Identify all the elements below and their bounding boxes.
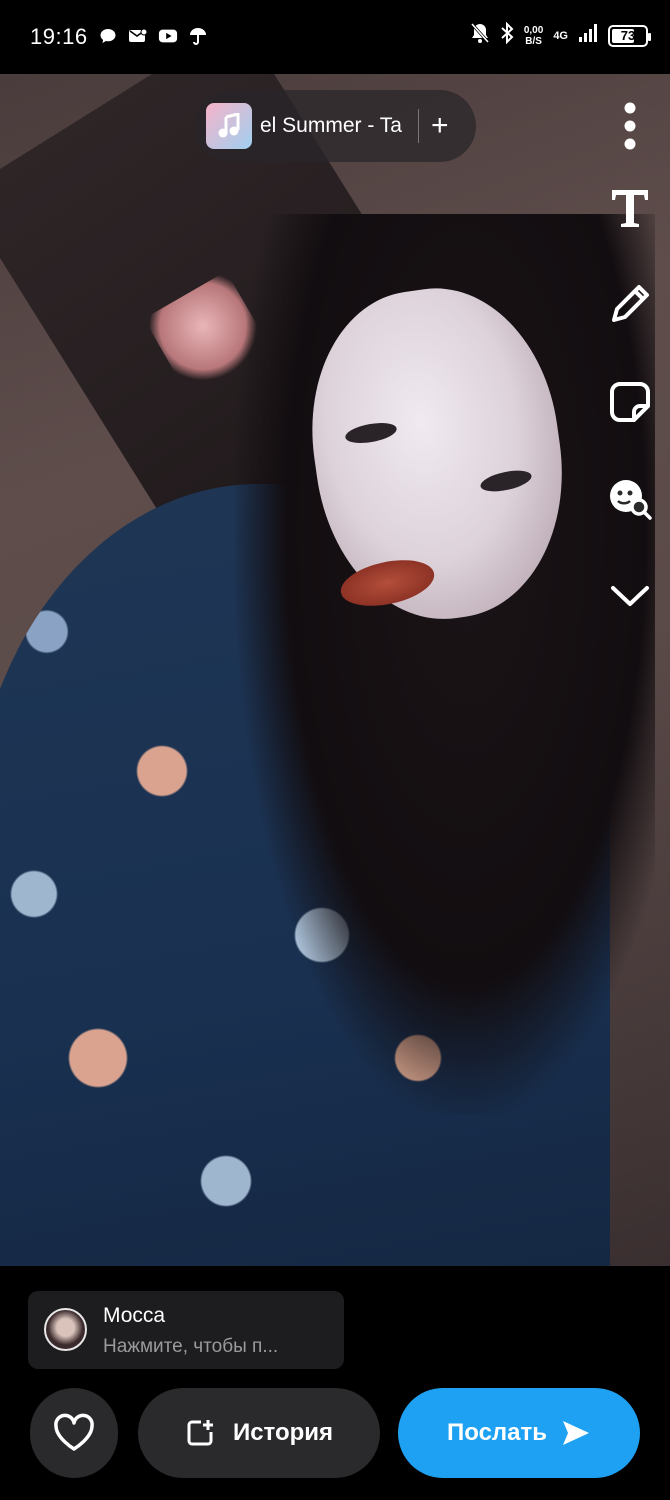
music-divider: [418, 109, 419, 143]
text-icon: [612, 190, 648, 227]
mute-bell-icon: [470, 22, 490, 49]
send-arrow-icon: [563, 1421, 590, 1445]
network-type: 4G: [553, 29, 568, 42]
reply-name: Мосса: [103, 1304, 166, 1327]
lens-tool-button[interactable]: [602, 470, 658, 526]
sticker-icon: [610, 382, 650, 422]
snap-photo[interactable]: [0, 74, 670, 1266]
mail-icon: [128, 26, 148, 46]
bottom-bar: Мосса Нажмите, чтобы п... История Послат…: [0, 1266, 670, 1500]
battery-level-text: 73: [620, 28, 636, 43]
more-vertical-icon: [624, 102, 636, 150]
heart-icon: [54, 1413, 94, 1451]
music-note-icon: [218, 113, 240, 138]
avatar: [44, 1308, 87, 1351]
net-speed-value: 0,00: [523, 24, 544, 36]
chat-bubble-icon: [98, 26, 118, 46]
reply-hint: Нажмите, чтобы п...: [103, 1336, 279, 1357]
sticker-tool-button[interactable]: [602, 374, 658, 430]
signal-icon: [578, 23, 598, 48]
umbrella-icon: [188, 26, 208, 46]
status-right-icons: 0,00 B/S 4G 73: [470, 21, 651, 49]
bluetooth-icon: [500, 21, 514, 49]
expand-tools-button[interactable]: [602, 568, 658, 624]
net-speed: 0,00 B/S: [524, 25, 543, 47]
reply-card[interactable]: Мосса Нажмите, чтобы п...: [28, 1291, 344, 1369]
send-button[interactable]: Послать: [398, 1388, 640, 1478]
lens-search-icon: [610, 480, 652, 520]
status-time: 19:16: [30, 24, 88, 49]
status-bar: 19:16 0,00 B/S 4G 73: [0, 0, 670, 74]
music-cover-art: [206, 103, 252, 149]
music-sticker[interactable]: el Summer - Ta +: [194, 90, 476, 162]
status-left-icons: [98, 26, 208, 46]
battery-icon: 73: [608, 24, 651, 47]
music-add-button[interactable]: +: [431, 111, 449, 141]
draw-tool-button[interactable]: [602, 276, 658, 332]
send-button-label: Послать: [446, 1419, 548, 1446]
pencil-icon: [612, 285, 649, 322]
music-title: el Summer - Ta: [260, 114, 402, 137]
youtube-icon: [158, 26, 178, 46]
chevron-down-icon: [611, 586, 649, 606]
text-tool-button[interactable]: [602, 180, 658, 236]
like-button[interactable]: [30, 1388, 118, 1478]
net-speed-unit: B/S: [525, 35, 542, 47]
story-button-label: История: [232, 1419, 334, 1446]
more-options-button[interactable]: [602, 98, 658, 154]
add-story-icon: [187, 1420, 213, 1446]
story-button[interactable]: История: [138, 1388, 380, 1478]
